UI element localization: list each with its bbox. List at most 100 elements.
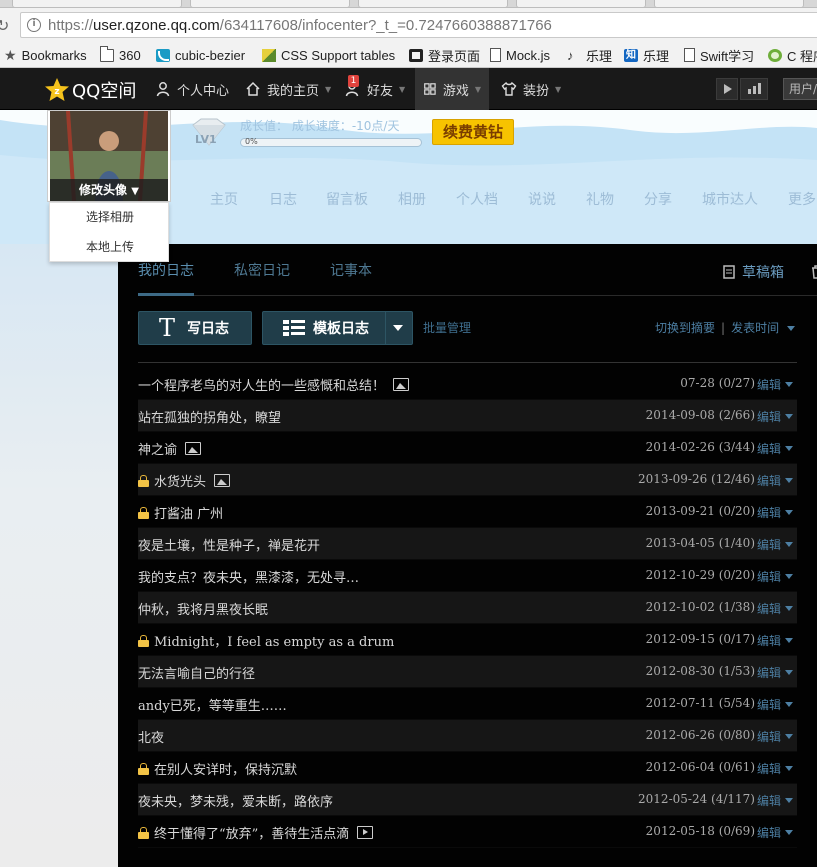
bookmark-mockjs[interactable]: Mock.js [490,46,550,64]
nav-personal-center[interactable]: 个人中心 [147,68,237,110]
tab-private-diary[interactable]: 私密日记 [234,260,290,280]
subnav-more[interactable]: 更多 [788,189,816,209]
tab-my-blog[interactable]: 我的日志 [138,260,194,280]
edit-dropdown[interactable]: 编辑 [757,536,793,553]
template-blog-button[interactable]: 模板日志 [262,311,413,345]
chevron-down-icon[interactable] [393,325,403,331]
blog-entry-title[interactable]: 夜是土壤，性是种子，禅是花开 [138,535,320,554]
browser-tab[interactable] [654,0,804,8]
blog-entry-row[interactable]: 仲秋，我将月黑夜长眠 2012-10-02 (1/38) 编辑 [138,592,797,624]
blog-entry-title[interactable]: 我的支点？夜未央，黑漆漆，无处寻… [138,567,359,586]
edit-dropdown[interactable]: 编辑 [757,632,793,649]
edit-dropdown[interactable]: 编辑 [757,568,793,585]
edit-dropdown[interactable]: 编辑 [757,824,793,841]
blog-entry-row[interactable]: 夜是土壤，性是种子，禅是花开 2013-04-05 (1/40) 编辑 [138,528,797,560]
blog-entry-title[interactable]: 终于懂得了“放弃”，善待生活点滴 [154,823,349,842]
blog-entry-title[interactable]: Midnight，I feel as empty as a drum [154,631,394,650]
blog-entry-row[interactable]: 一个程序老鸟的对人生的一些感慨和总结！ 07-28 (0/27) 编辑 [138,368,797,400]
edit-dropdown[interactable]: 编辑 [757,408,793,425]
tab-notebook[interactable]: 记事本 [330,260,372,280]
browser-tab[interactable] [516,0,646,8]
menu-item-choose-album[interactable]: 选择相册 [50,203,168,233]
edit-dropdown[interactable]: 编辑 [757,728,793,745]
bookmark-swift[interactable]: Swift学习 [684,46,754,64]
qzone-logo[interactable]: z QQ空间 [44,77,136,103]
subnav-share[interactable]: 分享 [644,189,672,209]
nav-dressup[interactable]: 装扮 ▼ [493,68,569,110]
blog-entry-title[interactable]: 水货光头 [154,471,206,490]
nav-games[interactable]: 游戏 ▼ [415,68,489,110]
blog-entry-row[interactable]: 我的支点？夜未央，黑漆漆，无处寻… 2012-10-29 (0/20) 编辑 [138,560,797,592]
blog-entry-row[interactable]: 神之谕 2014-02-26 (3/44) 编辑 [138,432,797,464]
edit-dropdown[interactable]: 编辑 [757,440,793,457]
blog-entry-row[interactable]: 夜未央，梦未残，爱未断，路依序 2012-05-24 (4/117) 编辑 [138,784,797,816]
blog-entry-title[interactable]: 一个程序老鸟的对人生的一些感慨和总结！ [138,375,385,394]
edit-dropdown[interactable]: 编辑 [757,376,793,393]
edit-dropdown[interactable]: 编辑 [757,760,793,777]
url-input[interactable]: i https://user.qzone.qq.com/634117608/in… [20,12,817,38]
edit-dropdown[interactable]: 编辑 [757,472,793,489]
bookmark-c[interactable]: C 程序 [768,46,817,64]
blog-entry-row[interactable]: andy已死，等等重生…… 2012-07-11 (5/54) 编辑 [138,688,797,720]
edit-dropdown[interactable]: 编辑 [757,696,793,713]
blog-entry-title[interactable]: 无法言喻自己的行径 [138,663,255,682]
browser-tab[interactable] [12,0,182,8]
subnav-messages[interactable]: 留言板 [326,189,368,209]
browser-tab[interactable] [358,0,508,8]
bookmark-login[interactable]: 登录页面 [409,46,480,64]
equalizer-icon[interactable] [740,78,768,100]
bookmark-360[interactable]: 360 [100,45,141,64]
blog-entry-title[interactable]: 神之谕 [138,439,177,458]
blog-entry-title[interactable]: 夜未央，梦未残，爱未断，路依序 [138,791,333,810]
bookmark-yueli-2[interactable]: 知乐理 [624,46,669,64]
nav-my-home[interactable]: 我的主页 ▼ [237,68,339,110]
blog-entry-title[interactable]: 在别人安详时，保持沉默 [154,759,297,778]
edit-dropdown[interactable]: 编辑 [757,600,793,617]
bookmark-css-support[interactable]: CSS Support tables [262,46,395,64]
blog-entry-title[interactable]: 仲秋，我将月黑夜长眠 [138,599,268,618]
edit-dropdown[interactable]: 编辑 [757,792,793,809]
blog-entry-row[interactable]: 北夜 2012-06-26 (0/80) 编辑 [138,720,797,752]
bookmark-bookmarks[interactable]: ★ Bookmarks [4,46,87,64]
subnav-city[interactable]: 城市达人 [702,189,758,209]
bookmark-cubic-bezier[interactable]: cubic-bezier [156,46,245,64]
chevron-down-icon[interactable] [786,326,795,331]
menu-item-local-upload[interactable]: 本地上传 [50,233,168,263]
subnav-blog[interactable]: 日志 [269,189,297,209]
switch-to-summary-link[interactable]: 切换到摘要 [655,321,715,335]
blog-entry-title[interactable]: 站在孤独的拐角处，瞭望 [138,407,281,426]
bookmark-yueli-1[interactable]: ♪ 乐理 [567,46,612,64]
sort-by-time-dropdown[interactable]: 发表时间 [731,321,779,335]
play-icon[interactable] [716,78,738,100]
blog-entry-row[interactable]: 终于懂得了“放弃”，善待生活点滴 2012-05-18 (0/69) 编辑 [138,816,797,848]
subnav-profile[interactable]: 个人档 [456,189,498,209]
batch-manage-link[interactable]: 批量管理 [423,319,471,336]
subnav-gifts[interactable]: 礼物 [586,189,614,209]
edit-dropdown[interactable]: 编辑 [757,664,793,681]
blog-entry-row[interactable]: 无法言喻自己的行径 2012-08-30 (1/53) 编辑 [138,656,797,688]
browser-tab[interactable] [190,0,350,8]
info-icon[interactable]: i [27,18,41,32]
subnav-album[interactable]: 相册 [398,189,426,209]
blog-entry-title[interactable]: andy已死，等等重生…… [138,695,287,714]
blog-entry-title[interactable]: 打酱油 广州 [154,503,223,522]
subnav-home[interactable]: 主页 [210,189,238,209]
nav-friends[interactable]: 1 好友 ▼ [337,68,413,110]
reload-icon[interactable]: ↻ [0,16,9,35]
blog-entry-row[interactable]: 在别人安详时，保持沉默 2012-06-04 (0/61) 编辑 [138,752,797,784]
renew-yellow-diamond-button[interactable]: 续费黄钻 [432,119,514,145]
blog-entry-title[interactable]: 北夜 [138,727,164,746]
recycle-bin-link[interactable]: 回 [810,262,817,282]
blog-entry-row[interactable]: Midnight，I feel as empty as a drum 2012-0… [138,624,797,656]
write-blog-button[interactable]: T 写日志 [138,311,252,345]
avatar-card[interactable]: 修改头像 ▼ [47,110,171,202]
blog-entry-row[interactable]: 水货光头 2013-09-26 (12/46) 编辑 [138,464,797,496]
edit-dropdown[interactable]: 编辑 [757,504,793,521]
drafts-link[interactable]: 草稿箱 [722,262,784,282]
blog-entry-row[interactable]: 打酱油 广州 2013-09-21 (0/20) 编辑 [138,496,797,528]
blog-entry-row[interactable]: 站在孤独的拐角处，瞭望 2014-09-08 (2/66) 编辑 [138,400,797,432]
user-button[interactable]: 用户/ [783,78,817,100]
edit-avatar-button[interactable]: 修改头像 ▼ [50,179,168,201]
subnav-shuoshuo[interactable]: 说说 [528,189,556,209]
level-badge[interactable]: LV1 [187,117,231,153]
